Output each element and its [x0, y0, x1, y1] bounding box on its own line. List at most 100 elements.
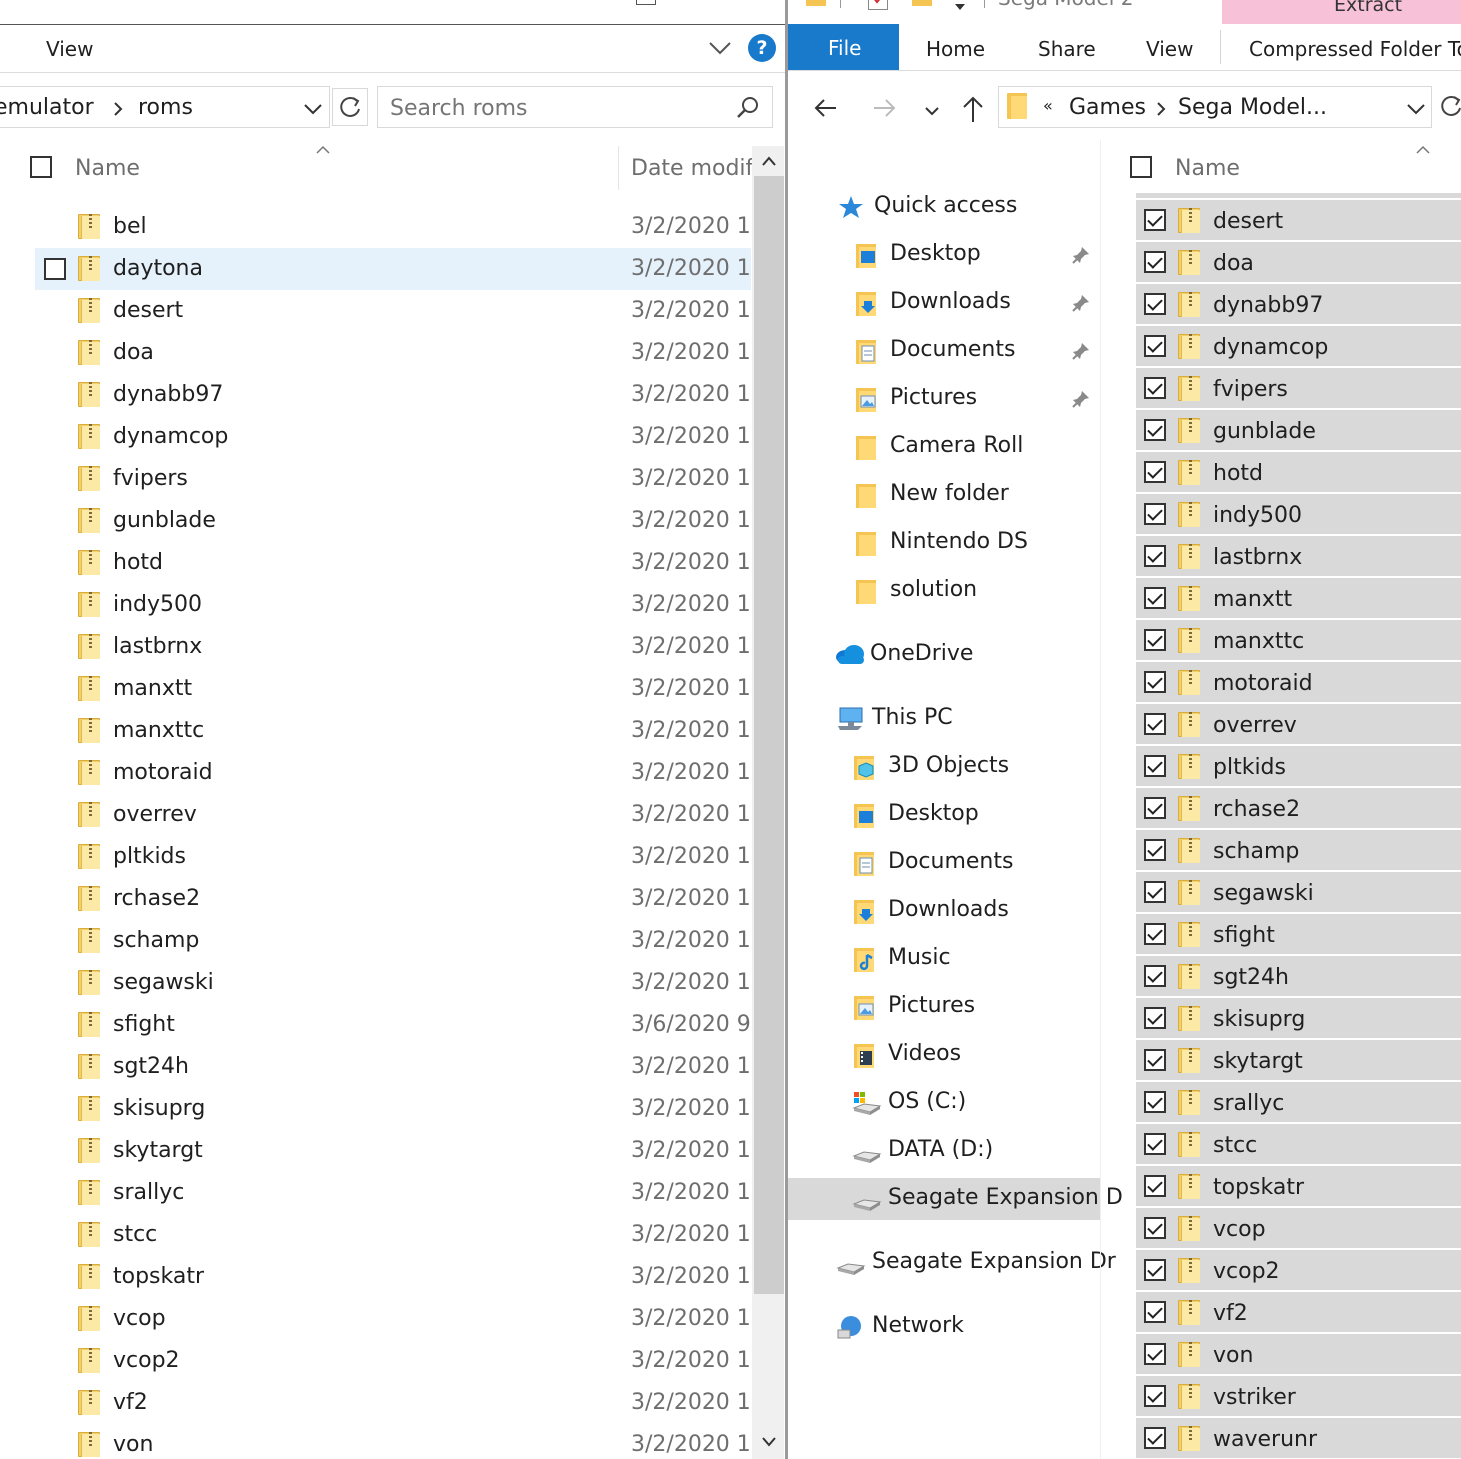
- file-row[interactable]: schamp 3/2/2020 10: [35, 920, 751, 962]
- column-header-name[interactable]: Name: [1175, 154, 1240, 184]
- file-row[interactable]: manxtt 3/2/2020 10: [35, 668, 751, 710]
- row-checkbox[interactable]: [1144, 587, 1166, 609]
- close-icon[interactable]: [722, 0, 752, 6]
- file-row[interactable]: motoraid 3/2/2020 10: [35, 752, 751, 794]
- scrollbar[interactable]: [752, 146, 784, 1459]
- row-checkbox[interactable]: [1144, 1259, 1166, 1281]
- file-row[interactable]: vstriker: [1136, 1376, 1461, 1416]
- file-row[interactable]: skisuprg 3/2/2020 10: [35, 1088, 751, 1130]
- help-icon[interactable]: ?: [748, 34, 776, 62]
- address-bar[interactable]: « Games Sega Model...: [998, 86, 1432, 128]
- file-row[interactable]: von: [1136, 1334, 1461, 1374]
- row-checkbox[interactable]: [1144, 839, 1166, 861]
- file-row[interactable]: pltkids: [1136, 746, 1461, 786]
- file-row[interactable]: doa: [1136, 242, 1461, 282]
- file-row[interactable]: pltkids 3/2/2020 10: [35, 836, 751, 878]
- nav-item-new-folder[interactable]: New folder: [788, 474, 1100, 516]
- search-input[interactable]: [388, 92, 722, 124]
- nav-pc-desktop[interactable]: Desktop: [788, 794, 1100, 836]
- file-row[interactable]: overrev 3/2/2020 10: [35, 794, 751, 836]
- refresh-icon[interactable]: [332, 88, 368, 126]
- row-checkbox[interactable]: [1144, 1133, 1166, 1155]
- nav-item-desktop[interactable]: Desktop: [788, 234, 1100, 276]
- back-arrow-icon[interactable]: [812, 96, 840, 120]
- row-checkbox[interactable]: [44, 258, 66, 280]
- file-row[interactable]: hotd 3/2/2020 10: [35, 542, 751, 584]
- tab-file[interactable]: File: [788, 24, 899, 70]
- file-row[interactable]: vcop 3/2/2020 10: [35, 1298, 751, 1340]
- row-checkbox[interactable]: [1144, 965, 1166, 987]
- row-checkbox[interactable]: [1144, 545, 1166, 567]
- file-row[interactable]: waverunr: [1136, 1418, 1461, 1458]
- nav-item-pictures[interactable]: Pictures: [788, 378, 1100, 420]
- file-row[interactable]: manxtt: [1136, 578, 1461, 618]
- file-row[interactable]: stcc: [1136, 1124, 1461, 1164]
- select-all-checkbox[interactable]: [1130, 156, 1152, 178]
- column-separator[interactable]: [618, 146, 619, 190]
- file-row[interactable]: daytona 3/2/2020 10: [35, 248, 751, 290]
- file-row[interactable]: segawski: [1136, 872, 1461, 912]
- file-row[interactable]: doa 3/2/2020 10: [35, 332, 751, 374]
- pin-icon[interactable]: [1072, 342, 1090, 360]
- row-checkbox[interactable]: [1144, 1385, 1166, 1407]
- nav-this-pc[interactable]: This PC: [788, 698, 1100, 740]
- up-arrow-icon[interactable]: [960, 94, 986, 124]
- file-row[interactable]: lastbrnx 3/2/2020 10: [35, 626, 751, 668]
- maximize-icon[interactable]: [636, 0, 656, 5]
- file-row[interactable]: topskatr: [1136, 1166, 1461, 1206]
- row-checkbox[interactable]: [1144, 293, 1166, 315]
- file-row[interactable]: hotd: [1136, 452, 1461, 492]
- row-checkbox[interactable]: [1144, 461, 1166, 483]
- file-row[interactable]: gunblade: [1136, 410, 1461, 450]
- file-row[interactable]: manxttc: [1136, 620, 1461, 660]
- select-all-checkbox[interactable]: [30, 156, 52, 178]
- file-row[interactable]: srallyc: [1136, 1082, 1461, 1122]
- nav-item-camera-roll[interactable]: Camera Roll: [788, 426, 1100, 468]
- recent-locations-chevron-icon[interactable]: [924, 102, 940, 116]
- row-checkbox[interactable]: [1144, 377, 1166, 399]
- nav-pc-downloads[interactable]: Downloads: [788, 890, 1100, 932]
- row-checkbox[interactable]: [1144, 1175, 1166, 1197]
- file-row[interactable]: vcop: [1136, 1208, 1461, 1248]
- file-row[interactable]: stcc 3/2/2020 10: [35, 1214, 751, 1256]
- file-row[interactable]: topskatr 3/2/2020 10: [35, 1256, 751, 1298]
- row-checkbox[interactable]: [1144, 1343, 1166, 1365]
- file-row[interactable]: segawski 3/2/2020 10: [35, 962, 751, 1004]
- forward-arrow-icon[interactable]: [870, 96, 898, 120]
- tab-compressed-folder-tools[interactable]: Compressed Folder Too: [1249, 34, 1461, 64]
- address-bar[interactable]: emulator roms: [0, 86, 330, 128]
- file-row[interactable]: lastbrnx: [1136, 536, 1461, 576]
- file-row[interactable]: gunblade 3/2/2020 10: [35, 500, 751, 542]
- file-row[interactable]: overrev: [1136, 704, 1461, 744]
- pin-icon[interactable]: [1072, 246, 1090, 264]
- file-row[interactable]: vcop2: [1136, 1250, 1461, 1290]
- nav-seagate-expansion-drive[interactable]: Seagate Expansion Dr: [788, 1242, 1116, 1284]
- toolbar-dropdown-icon[interactable]: [954, 0, 966, 10]
- file-row[interactable]: manxttc 3/2/2020 10: [35, 710, 751, 752]
- file-row[interactable]: srallyc 3/2/2020 10: [35, 1172, 751, 1214]
- row-checkbox[interactable]: [1144, 797, 1166, 819]
- pane-splitter[interactable]: [1100, 140, 1101, 1459]
- file-row[interactable]: dynamcop 3/2/2020 10: [35, 416, 751, 458]
- file-row[interactable]: von 3/2/2020 10: [35, 1424, 751, 1459]
- row-checkbox[interactable]: [1144, 1007, 1166, 1029]
- row-checkbox[interactable]: [1144, 755, 1166, 777]
- breadcrumb-parent[interactable]: Games: [1069, 93, 1146, 123]
- row-checkbox[interactable]: [1144, 881, 1166, 903]
- scroll-down-icon[interactable]: [761, 1432, 777, 1447]
- file-row[interactable]: vf2 3/2/2020 10: [35, 1382, 751, 1424]
- file-row[interactable]: vcop2 3/2/2020 10: [35, 1340, 751, 1382]
- tab-home[interactable]: Home: [926, 34, 985, 64]
- scrollbar-thumb[interactable]: [754, 176, 784, 1294]
- file-row[interactable]: dynabb97 3/2/2020 10: [35, 374, 751, 416]
- pin-icon[interactable]: [1072, 294, 1090, 312]
- new-folder-icon[interactable]: [912, 0, 932, 6]
- row-checkbox[interactable]: [1144, 1217, 1166, 1239]
- nav-onedrive[interactable]: OneDrive: [788, 634, 1100, 676]
- row-checkbox[interactable]: [1144, 1427, 1166, 1449]
- file-row[interactable]: desert: [1136, 200, 1461, 240]
- extract-contextual-tab[interactable]: Extract: [1222, 0, 1461, 24]
- nav-pc-pictures[interactable]: Pictures: [788, 986, 1100, 1028]
- search-icon[interactable]: [734, 94, 762, 122]
- file-row[interactable]: skisuprg: [1136, 998, 1461, 1038]
